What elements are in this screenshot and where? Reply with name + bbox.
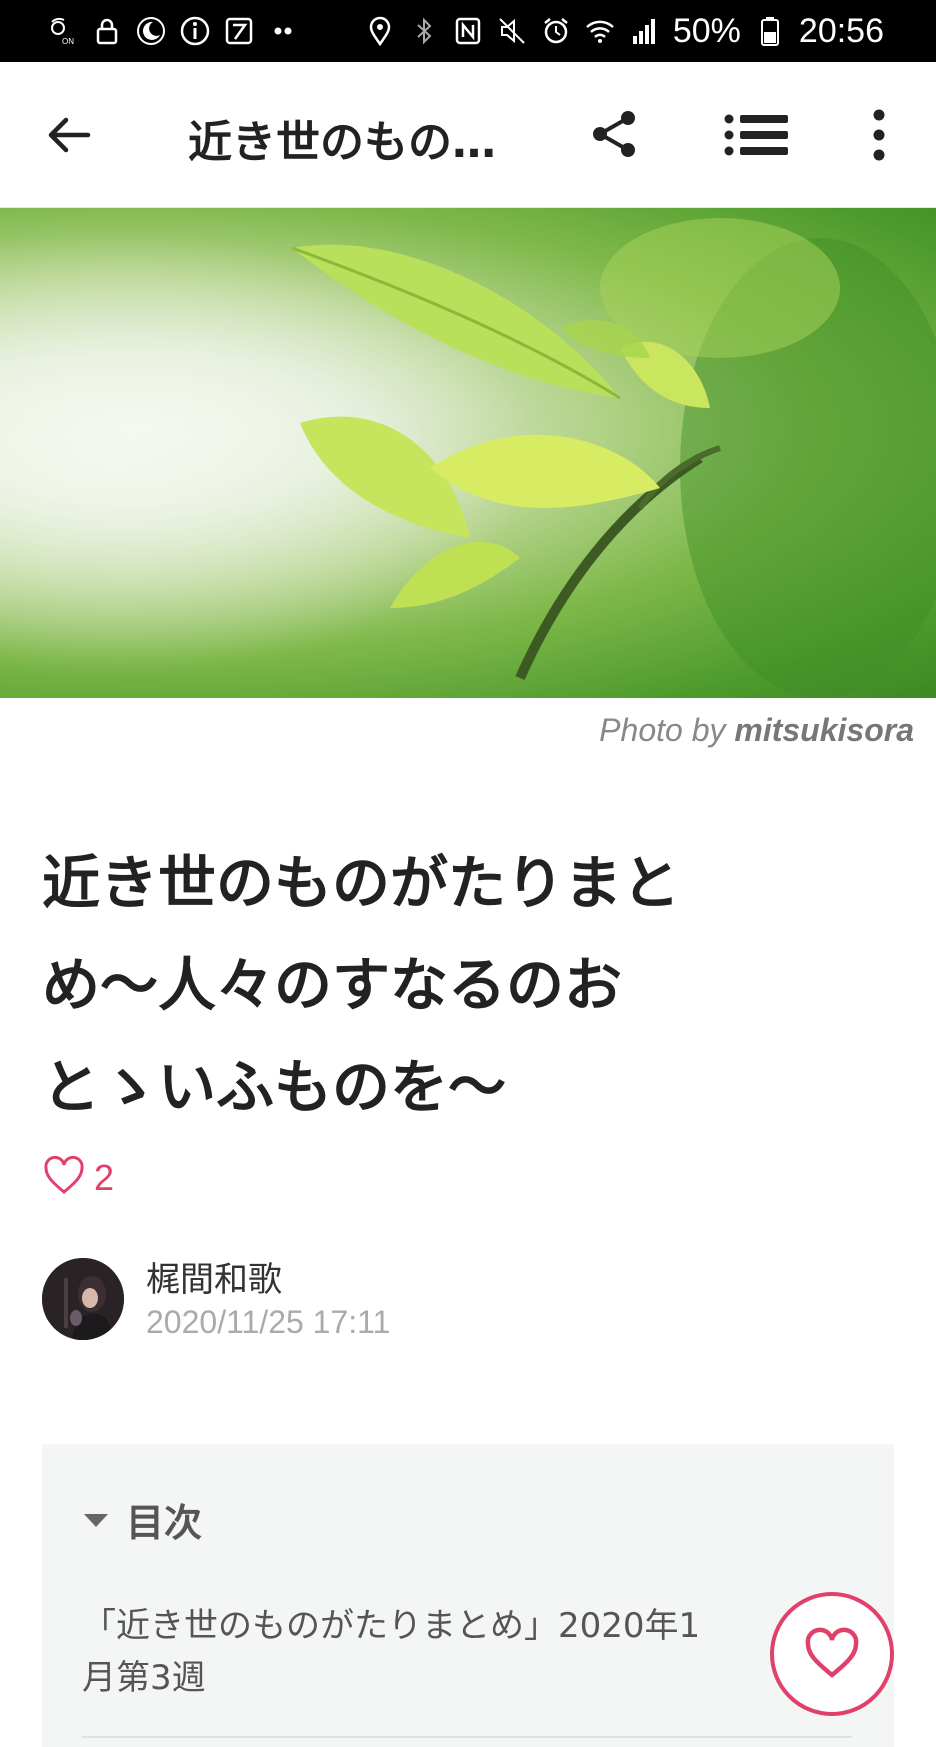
publish-date: 2020/11/25 17:11: [146, 1304, 391, 1340]
table-of-contents-icon[interactable]: [724, 110, 790, 160]
toc-item-link[interactable]: 「近き世のものがたりまとめ」2020年1 月第3週: [82, 1600, 782, 1704]
status-bar-right: 50% 20:56: [365, 0, 884, 62]
table-of-contents: 目次 「近き世のものがたりまとめ」2020年1 月第3週: [42, 1444, 894, 1747]
heart-icon: [805, 1627, 859, 1678]
toc-item-line: 月第3週: [82, 1658, 206, 1698]
status-bar: ON 50% 20:56: [0, 0, 936, 62]
photo-credit-prefix: Photo by: [599, 712, 726, 748]
info-icon: [180, 16, 210, 46]
alarm-icon: [541, 16, 571, 46]
article-title-line: 近き世のものがたりまと: [42, 849, 681, 917]
battery-percent: 50%: [672, 11, 741, 50]
dots-icon: [268, 16, 298, 46]
article-title-line: とゝいふものを〜: [42, 1053, 507, 1121]
svg-text:ON: ON: [62, 37, 74, 46]
back-arrow-icon[interactable]: [44, 110, 94, 160]
bluetooth-icon: [409, 16, 439, 46]
author-name[interactable]: 梶間和歌: [146, 1252, 282, 1301]
toc-item-line: 「近き世のものがたりまとめ」2020年1: [82, 1606, 701, 1646]
hero-image: [0, 208, 936, 698]
toc-title: 目次: [126, 1501, 203, 1545]
heart-outline-icon[interactable]: [42, 1154, 86, 1202]
caret-down-icon: [84, 1513, 108, 1527]
nfc-icon: [453, 16, 483, 46]
more-vert-icon[interactable]: [864, 106, 894, 164]
article-title-line: め〜人々のすなるのお: [42, 951, 623, 1019]
moon-icon: [136, 16, 166, 46]
like-count: 2: [94, 1157, 115, 1198]
signal-icon: [629, 16, 659, 46]
like-row[interactable]: 2: [42, 1154, 114, 1202]
author-avatar[interactable]: [42, 1258, 124, 1340]
battery-icon: [755, 16, 785, 46]
app-bar-title: 近き世のもの…: [188, 117, 496, 168]
mute-icon: [497, 16, 527, 46]
status-bar-left: ON: [48, 0, 298, 62]
photo-credit-author-link[interactable]: mitsukisora: [734, 712, 914, 748]
lock-icon: [92, 16, 122, 46]
nfc-on-icon: ON: [48, 16, 78, 46]
location-icon: [365, 16, 395, 46]
floating-like-button[interactable]: [770, 1592, 894, 1716]
toc-divider: [82, 1736, 852, 1738]
share-icon[interactable]: [588, 108, 640, 160]
photo-credit: Photo by mitsukisora: [599, 712, 914, 749]
app-bar: 近き世のもの…: [0, 62, 936, 208]
app-icon: [224, 16, 254, 46]
wifi-icon: [585, 16, 615, 46]
clock: 20:56: [798, 11, 884, 50]
article-title: 近き世のものがたりまと め〜人々のすなるのお とゝいふものを〜: [42, 832, 842, 1138]
toc-header[interactable]: 目次: [82, 1492, 202, 1547]
